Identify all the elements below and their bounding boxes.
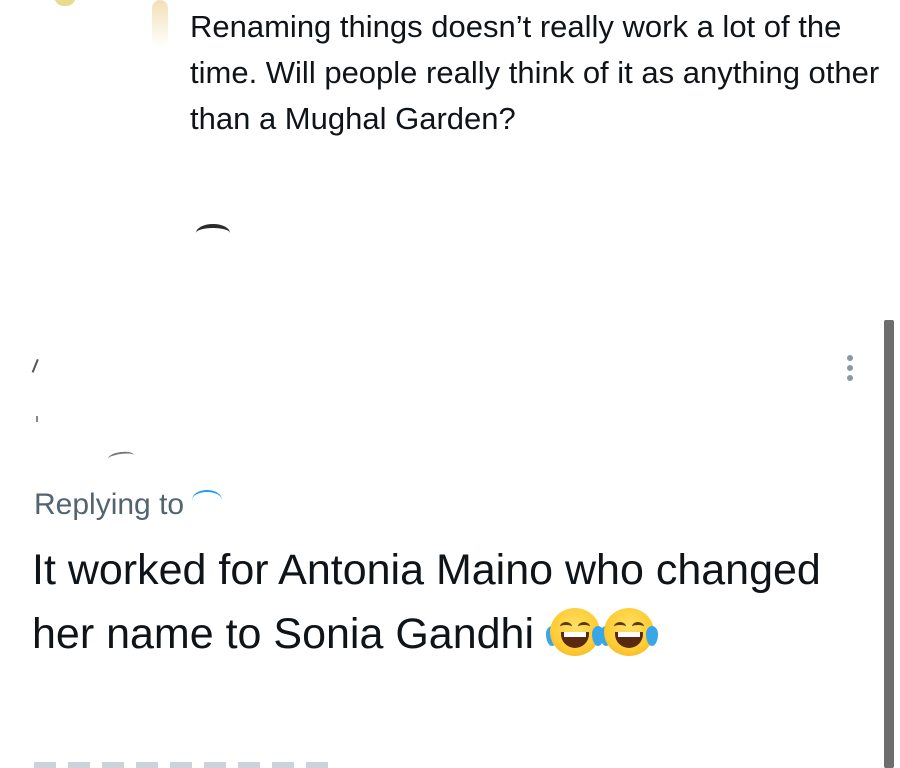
replying-to-handle-link[interactable] xyxy=(192,490,223,510)
scrollbar[interactable] xyxy=(884,320,894,768)
redacted-mark xyxy=(31,359,45,375)
redacted-mark xyxy=(36,416,38,422)
parent-avatar-fragment[interactable] xyxy=(54,0,76,6)
reply-tweet-body: It worked for Antonia Maino who changed … xyxy=(32,538,862,666)
redacted-mark xyxy=(107,450,135,464)
more-options-icon xyxy=(847,375,853,381)
thread-connector-line xyxy=(152,0,168,48)
more-options-icon xyxy=(847,355,853,361)
reply-tweet-text: It worked for Antonia Maino who changed … xyxy=(32,546,821,658)
replying-to-label: Replying to xyxy=(34,488,185,521)
parent-tweet-text: Renaming things doesn’t really work a lo… xyxy=(190,9,880,136)
redacted-mark xyxy=(196,224,230,242)
tears-of-joy-emoji-icon xyxy=(599,608,658,656)
tweet-timestamp-fragment xyxy=(34,762,334,768)
replying-to-row: Replying to xyxy=(34,488,223,522)
more-options-button[interactable] xyxy=(838,348,862,388)
more-options-icon xyxy=(847,365,853,371)
tears-of-joy-emoji-icon xyxy=(545,608,604,656)
